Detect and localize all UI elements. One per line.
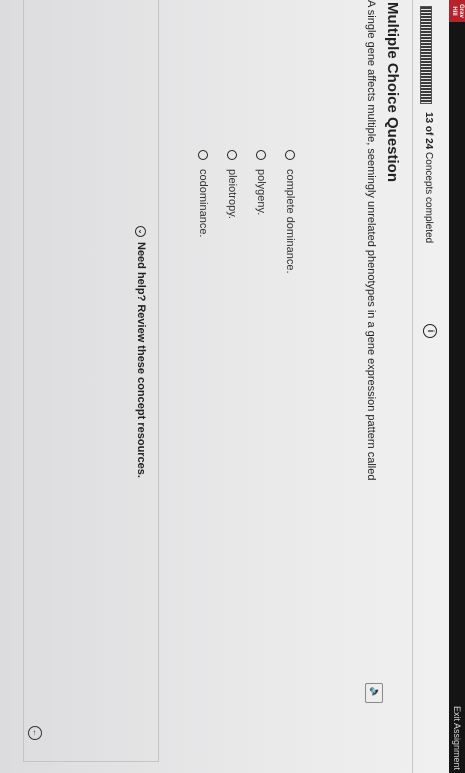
- help-label: Need help? Review these concept resource…: [135, 242, 147, 478]
- progress-count: 13 of 24: [423, 112, 434, 150]
- progress-bar: [420, 6, 432, 104]
- speaker-icon[interactable]: 🔈: [365, 683, 383, 703]
- option-polygeny[interactable]: polygeny.: [247, 150, 276, 274]
- option-label: complete dominance.: [284, 169, 297, 274]
- radio-button[interactable]: [198, 150, 209, 160]
- progress-label: Concepts completed: [423, 152, 434, 244]
- option-complete-dominance[interactable]: complete dominance.: [276, 150, 305, 274]
- chevron-down-icon: ⌄: [135, 226, 147, 237]
- top-header-bar: Grav Hill Exit Assignment: [449, 0, 465, 773]
- option-label: polygeny.: [255, 169, 268, 216]
- assignment-page: Grav Hill Exit Assignment 13 of 24 Concep…: [0, 0, 465, 773]
- back-icon[interactable]: ←: [28, 726, 42, 740]
- option-label: codominance.: [197, 169, 210, 238]
- option-pleiotropy[interactable]: pleiotropy.: [218, 150, 247, 274]
- radio-button[interactable]: [227, 150, 238, 160]
- help-resources-toggle[interactable]: ⌄ Need help? Review these concept resour…: [135, 226, 147, 478]
- divider: [412, 0, 413, 773]
- exit-assignment-button[interactable]: Exit Assignment: [452, 706, 462, 770]
- info-icon[interactable]: i: [423, 324, 437, 338]
- question-text: A single gene affects multiple, seemingl…: [365, 0, 377, 481]
- progress-status: 13 of 24 Concepts completed: [423, 112, 434, 243]
- question-type-heading: Multiple Choice Question: [384, 2, 401, 183]
- radio-button[interactable]: [285, 150, 296, 160]
- option-codominance[interactable]: codominance.: [189, 150, 218, 274]
- brand-logo: Grav Hill: [449, 0, 465, 22]
- option-label: pleiotropy.: [226, 169, 239, 219]
- answer-options: complete dominance. polygeny. pleiotropy…: [189, 150, 305, 274]
- radio-button[interactable]: [256, 150, 267, 160]
